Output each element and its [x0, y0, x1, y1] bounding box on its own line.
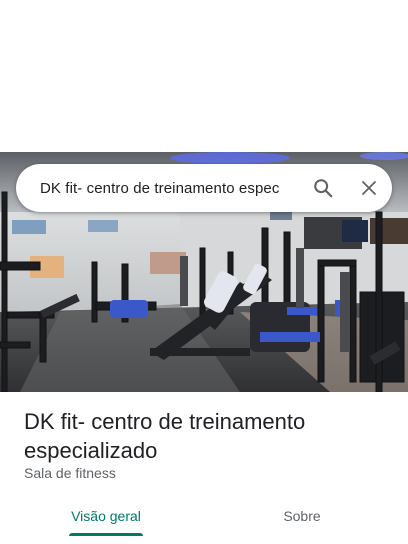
tab-bar: Visão geral Sobre [0, 496, 408, 544]
close-icon [362, 181, 376, 195]
tab-about[interactable]: Sobre [252, 496, 352, 536]
selected-tab-indicator [69, 533, 143, 536]
tab-overview[interactable]: Visão geral [56, 496, 156, 536]
map-area-blank [0, 0, 408, 152]
search-input[interactable]: DK fit- centro de treinamento espec [40, 180, 300, 197]
place-category[interactable]: Sala de fitness [24, 465, 116, 481]
place-title: DK fit- centro de treinamento especializ… [24, 409, 306, 463]
close-button[interactable] [346, 164, 392, 212]
search-button[interactable] [300, 164, 346, 212]
search-bar[interactable]: DK fit- centro de treinamento espec [16, 164, 392, 212]
search-icon [314, 179, 333, 198]
